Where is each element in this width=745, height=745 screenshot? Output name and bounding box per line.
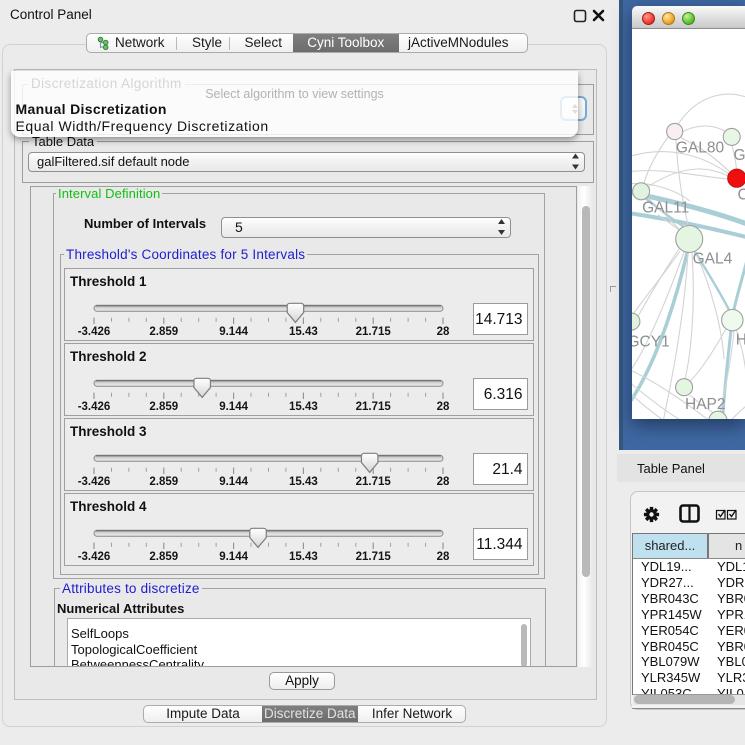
svg-text:15.43: 15.43 <box>289 551 318 563</box>
svg-text:28: 28 <box>437 326 450 338</box>
svg-text:15.43: 15.43 <box>289 476 318 488</box>
svg-text:15.43: 15.43 <box>289 326 318 338</box>
svg-text:28: 28 <box>437 476 450 488</box>
svg-text:9.144: 9.144 <box>219 476 248 488</box>
svg-text:28: 28 <box>437 551 450 563</box>
svg-text:H: H <box>736 331 745 348</box>
svg-text:28: 28 <box>437 401 450 413</box>
svg-text:GAL11: GAL11 <box>642 199 689 216</box>
svg-text:2.859: 2.859 <box>149 401 178 413</box>
svg-text:9.144: 9.144 <box>219 551 248 563</box>
svg-text:15.43: 15.43 <box>289 401 318 413</box>
svg-text:CY: CY <box>738 186 745 203</box>
svg-text:GCY1: GCY1 <box>632 333 670 350</box>
svg-text:21.715: 21.715 <box>356 326 392 338</box>
svg-text:GA: GA <box>734 147 745 164</box>
svg-text:-3.426: -3.426 <box>78 326 111 338</box>
svg-text:21.715: 21.715 <box>356 401 392 413</box>
svg-text:GAL80: GAL80 <box>676 139 725 156</box>
svg-text:-3.426: -3.426 <box>78 551 111 563</box>
svg-text:HAP2: HAP2 <box>685 396 726 413</box>
svg-text:GAL4: GAL4 <box>693 250 733 267</box>
svg-text:21.715: 21.715 <box>356 476 392 488</box>
svg-text:2.859: 2.859 <box>149 476 178 488</box>
svg-text:-3.426: -3.426 <box>78 476 111 488</box>
svg-text:2.859: 2.859 <box>149 551 178 563</box>
svg-text:-3.426: -3.426 <box>78 401 111 413</box>
svg-text:9.144: 9.144 <box>219 401 248 413</box>
svg-text:21.715: 21.715 <box>356 551 392 563</box>
svg-text:9.144: 9.144 <box>219 326 248 338</box>
svg-text:2.859: 2.859 <box>149 326 178 338</box>
